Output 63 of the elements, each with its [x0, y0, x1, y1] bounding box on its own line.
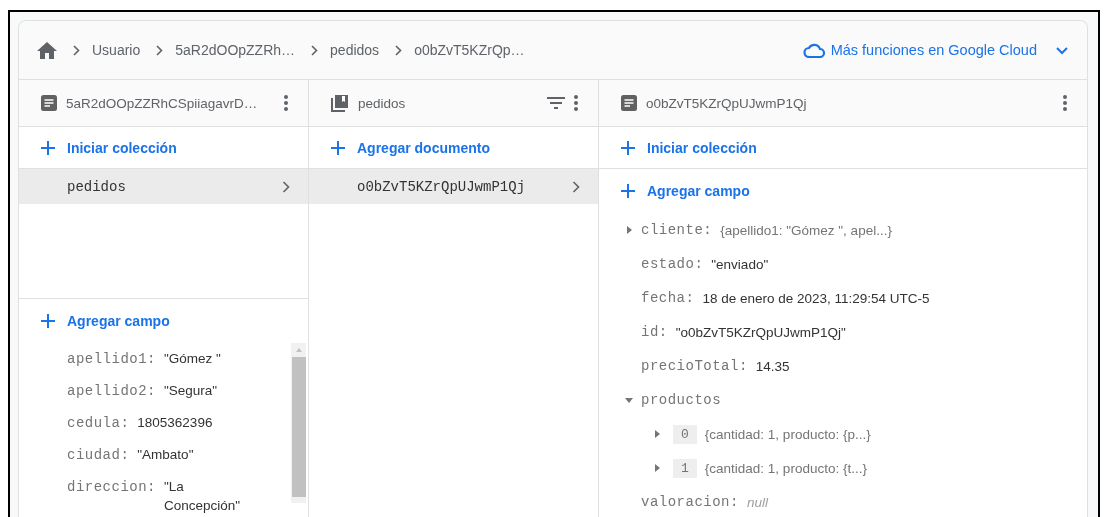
field-value: "enviado"	[711, 256, 769, 272]
chevron-right-icon	[311, 44, 319, 56]
field-key: precioTotal:	[641, 358, 748, 374]
more-options-icon[interactable]	[1063, 95, 1067, 111]
field-key: fecha:	[641, 290, 695, 306]
plus-icon	[621, 184, 635, 198]
field-key: apellido1:	[67, 351, 156, 367]
breadcrumb-link[interactable]: 5aR2dOOpZZRh…	[175, 42, 296, 58]
field-key: cedula:	[67, 415, 130, 431]
field-value: 1805362396	[137, 414, 213, 432]
google-cloud-link[interactable]: Más funciones en Google Cloud	[802, 42, 1045, 58]
field-value: "La Concepción"	[164, 478, 242, 515]
scrollbar[interactable]	[291, 343, 306, 503]
field-key: ciudad:	[67, 447, 130, 463]
array-index: 0	[673, 424, 697, 444]
field-value: 18 de enero de 2023, 11:29:54 UTC-5	[702, 290, 930, 306]
field-value: "Gómez "	[164, 350, 221, 368]
plus-icon	[41, 140, 55, 155]
field-value: null	[746, 494, 768, 510]
field-value: {cantidad: 1, producto: {p...}	[704, 426, 871, 442]
expand-triangle-icon[interactable]	[625, 226, 633, 234]
field-key: id:	[641, 324, 668, 340]
array-index: 1	[673, 458, 697, 478]
field-key: estado:	[641, 256, 704, 272]
chevron-right-icon	[395, 44, 403, 56]
expand-triangle-icon[interactable]	[653, 464, 661, 472]
panel-title: o0bZvT5KZrQpUJwmP1Qj	[646, 95, 807, 111]
field-key: apellido2:	[67, 383, 156, 399]
chevron-right-icon	[73, 44, 80, 56]
chevron-down-icon[interactable]	[1055, 45, 1069, 55]
filter-icon[interactable]	[547, 97, 565, 109]
collection-icon	[331, 94, 349, 112]
chevron-right-icon	[156, 44, 164, 56]
plus-icon	[41, 314, 55, 328]
panel-title: 5aR2dOOpZZRhCSpiiagavrD…	[66, 95, 258, 111]
plus-icon	[621, 140, 635, 155]
plus-icon	[331, 140, 345, 155]
field-key: cliente:	[641, 222, 713, 238]
chevron-right-icon	[282, 180, 290, 193]
chevron-right-icon	[572, 180, 580, 193]
field-key: direccion:	[67, 479, 156, 495]
more-options-icon[interactable]	[574, 95, 578, 111]
list-item[interactable]: pedidos	[19, 169, 308, 204]
breadcrumb-link[interactable]: pedidos	[330, 42, 380, 58]
breadcrumb-link[interactable]: Usuario	[92, 42, 141, 58]
more-options-icon[interactable]	[284, 95, 288, 111]
field-key: productos	[641, 392, 722, 408]
field-value: "o0bZvT5KZrQpUJwmP1Qj"	[675, 324, 846, 340]
document-icon	[621, 95, 637, 111]
cloud-icon	[802, 42, 825, 58]
field-value: {cantidad: 1, producto: {t...}	[704, 460, 867, 476]
list-item[interactable]: o0bZvT5KZrQpUJwmP1Qj	[309, 169, 598, 204]
panel-title: pedidos	[358, 95, 406, 111]
breadcrumb-link[interactable]: o0bZvT5KZrQp…	[414, 42, 525, 58]
field-key: valoracion:	[641, 494, 739, 510]
document-icon	[41, 95, 57, 111]
field-value: {apellido1: "Gómez ", apel...}	[720, 222, 892, 238]
home-icon[interactable]	[37, 41, 57, 59]
expand-triangle-icon[interactable]	[625, 396, 633, 404]
field-value: "Ambato"	[137, 446, 194, 464]
expand-triangle-icon[interactable]	[653, 430, 661, 438]
field-value: 14.35	[755, 358, 790, 374]
field-value: "Segura"	[164, 382, 218, 400]
